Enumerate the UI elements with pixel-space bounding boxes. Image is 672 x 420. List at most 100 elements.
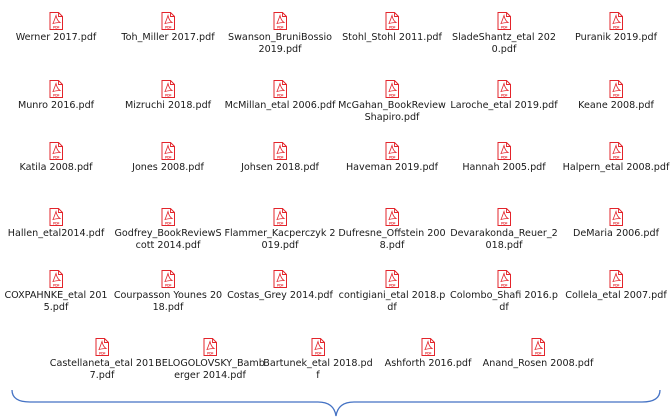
pdf-file-icon: PDF <box>273 80 287 98</box>
file-name: BELOGOLOVSKY_Bamberger 2014.pdf <box>155 358 265 381</box>
svg-text:PDF: PDF <box>501 283 507 287</box>
file-item[interactable]: PDF DeMaria 2006.pdf <box>560 208 672 240</box>
file-name: Bartunek_etal 2018.pdf <box>263 358 373 381</box>
file-item[interactable]: PDF Bartunek_etal 2018.pdf <box>262 338 374 382</box>
pdf-file-icon: PDF <box>161 270 175 288</box>
file-item[interactable]: PDF Katila 2008.pdf <box>0 142 112 174</box>
file-name: Johsen 2018.pdf <box>241 162 319 173</box>
svg-text:PDF: PDF <box>613 93 619 97</box>
file-name: Haveman 2019.pdf <box>345 162 439 173</box>
file-item[interactable]: PDF Castellaneta_etal 2017.pdf <box>46 338 158 382</box>
svg-text:PDF: PDF <box>277 283 283 287</box>
file-item[interactable]: PDF Costas_Grey 2014.pdf <box>224 270 336 302</box>
file-item[interactable]: PDF Colombo_Shafi 2016.pdf <box>448 270 560 314</box>
svg-text:PDF: PDF <box>165 221 171 225</box>
pdf-file-icon: PDF <box>531 338 545 356</box>
file-name: Courpasson Younes 2018.pdf <box>113 290 223 313</box>
pdf-file-icon: PDF <box>161 80 175 98</box>
pdf-file-icon: PDF <box>49 142 63 160</box>
file-name: Keane 2008.pdf <box>578 100 654 111</box>
pdf-file-icon: PDF <box>609 12 623 30</box>
pdf-file-icon: PDF <box>273 270 287 288</box>
file-name: Laroche_etal 2019.pdf <box>450 100 558 111</box>
file-item[interactable]: PDF Stohl_Stohl 2011.pdf <box>336 12 448 44</box>
pdf-file-icon: PDF <box>609 80 623 98</box>
file-name: DeMaria 2006.pdf <box>572 228 659 239</box>
svg-text:PDF: PDF <box>99 351 105 355</box>
file-item[interactable]: PDF Haveman 2019.pdf <box>336 142 448 174</box>
pdf-file-icon: PDF <box>609 142 623 160</box>
file-item[interactable]: PDF Flammer_Kacperczyk 2019.pdf <box>224 208 336 252</box>
file-item[interactable]: PDF Johsen 2018.pdf <box>224 142 336 174</box>
file-item[interactable]: PDF Courpasson Younes 2018.pdf <box>112 270 224 314</box>
pdf-file-icon: PDF <box>609 208 623 226</box>
file-item[interactable]: PDF Dufresne_Offstein 2008.pdf <box>336 208 448 252</box>
svg-text:PDF: PDF <box>613 283 619 287</box>
file-item[interactable]: PDF Godfrey_BookReviewScott 2014.pdf <box>112 208 224 252</box>
file-name: Ashforth 2016.pdf <box>384 358 472 369</box>
file-item[interactable]: PDF Mizruchi 2018.pdf <box>112 80 224 112</box>
file-name: contigiani_etal 2018.pdf <box>338 290 446 313</box>
pdf-file-icon: PDF <box>49 80 63 98</box>
file-item[interactable]: PDF Swanson_BruniBossio 2019.pdf <box>224 12 336 56</box>
file-item[interactable]: PDF Anand_Rosen 2008.pdf <box>482 338 594 370</box>
file-item[interactable]: PDF Hannah 2005.pdf <box>448 142 560 174</box>
file-name: Halpern_etal 2008.pdf <box>562 162 670 173</box>
pdf-file-icon: PDF <box>497 142 511 160</box>
file-item[interactable]: PDF contigiani_etal 2018.pdf <box>336 270 448 314</box>
pdf-file-icon: PDF <box>385 80 399 98</box>
file-item[interactable]: PDF Werner 2017.pdf <box>0 12 112 44</box>
pdf-file-icon: PDF <box>385 12 399 30</box>
file-item[interactable]: PDF Ashforth 2016.pdf <box>372 338 484 370</box>
file-name: Anand_Rosen 2008.pdf <box>482 358 594 369</box>
svg-text:PDF: PDF <box>425 351 431 355</box>
svg-text:PDF: PDF <box>53 155 59 159</box>
svg-text:PDF: PDF <box>207 351 213 355</box>
file-name: Toh_Miller 2017.pdf <box>121 32 215 43</box>
file-item[interactable]: PDF Munro 2016.pdf <box>0 80 112 112</box>
file-item[interactable]: PDF BELOGOLOVSKY_Bamberger 2014.pdf <box>154 338 266 382</box>
pdf-file-icon: PDF <box>273 12 287 30</box>
svg-text:PDF: PDF <box>53 25 59 29</box>
file-name: Jones 2008.pdf <box>132 162 204 173</box>
file-name: Castellaneta_etal 2017.pdf <box>49 358 155 381</box>
pdf-file-icon: PDF <box>49 12 63 30</box>
pdf-file-icon: PDF <box>609 270 623 288</box>
file-item[interactable]: PDF Collela_etal 2007.pdf <box>560 270 672 302</box>
pdf-file-icon: PDF <box>497 80 511 98</box>
file-item[interactable]: PDF Puranik 2019.pdf <box>560 12 672 44</box>
file-item[interactable]: PDF Hallen_etal2014.pdf <box>0 208 112 240</box>
svg-text:PDF: PDF <box>389 155 395 159</box>
file-item[interactable]: PDF Keane 2008.pdf <box>560 80 672 112</box>
file-item[interactable]: PDF Devarakonda_Reuer_2018.pdf <box>448 208 560 252</box>
file-item[interactable]: PDF McGahan_BookReviewShapiro.pdf <box>336 80 448 124</box>
file-name: Hallen_etal2014.pdf <box>7 228 105 239</box>
file-item[interactable]: PDF McMillan_etal 2006.pdf <box>224 80 336 112</box>
file-item[interactable]: PDF Halpern_etal 2008.pdf <box>560 142 672 174</box>
file-item[interactable]: PDF Laroche_etal 2019.pdf <box>448 80 560 112</box>
pdf-file-icon: PDF <box>385 270 399 288</box>
svg-text:PDF: PDF <box>53 283 59 287</box>
pdf-file-icon: PDF <box>497 270 511 288</box>
svg-text:PDF: PDF <box>501 93 507 97</box>
file-name: SladeShantz_etal 2020.pdf <box>452 32 556 55</box>
pdf-file-icon: PDF <box>95 338 109 356</box>
file-item[interactable]: PDF Toh_Miller 2017.pdf <box>112 12 224 44</box>
pdf-file-icon: PDF <box>203 338 217 356</box>
svg-text:PDF: PDF <box>389 283 395 287</box>
pdf-file-icon: PDF <box>273 142 287 160</box>
file-name: Colombo_Shafi 2016.pdf <box>450 290 558 313</box>
pdf-file-icon: PDF <box>49 208 63 226</box>
pdf-file-icon: PDF <box>49 270 63 288</box>
file-name: Werner 2017.pdf <box>15 32 97 43</box>
file-item[interactable]: PDF COXPAHNKE_etal 2015.pdf <box>0 270 112 314</box>
svg-text:PDF: PDF <box>389 221 395 225</box>
svg-text:PDF: PDF <box>501 221 507 225</box>
file-item[interactable]: PDF Jones 2008.pdf <box>112 142 224 174</box>
file-name: Munro 2016.pdf <box>17 100 95 111</box>
svg-text:PDF: PDF <box>535 351 541 355</box>
file-item[interactable]: PDF SladeShantz_etal 2020.pdf <box>448 12 560 56</box>
svg-text:PDF: PDF <box>165 283 171 287</box>
svg-text:PDF: PDF <box>389 93 395 97</box>
svg-text:PDF: PDF <box>165 25 171 29</box>
